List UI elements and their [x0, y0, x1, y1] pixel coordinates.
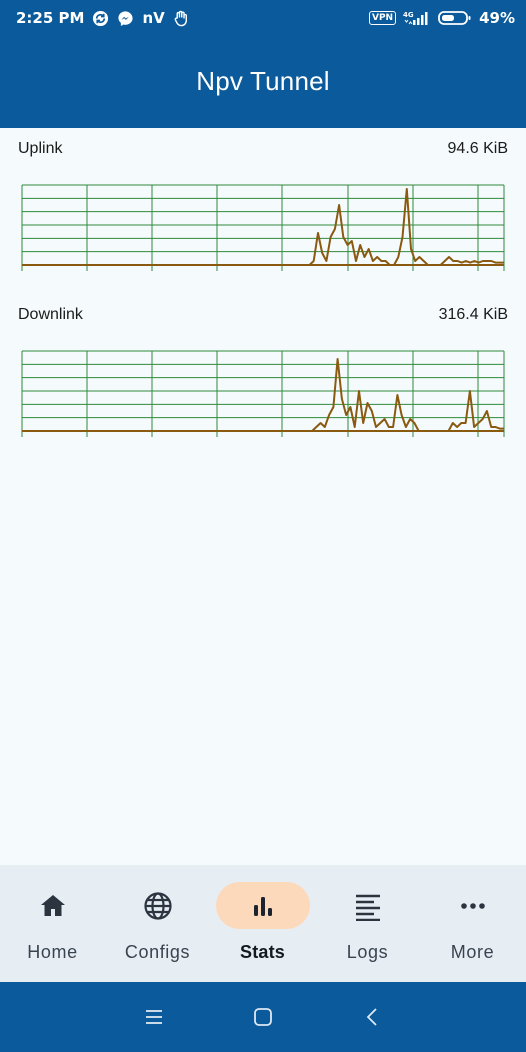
system-menu-button[interactable] — [124, 982, 184, 1052]
nav-item-more[interactable]: More — [420, 865, 525, 982]
vpn-badge: VPN — [369, 11, 397, 25]
system-back-button[interactable] — [343, 982, 403, 1052]
status-nv-badge: nV — [142, 9, 165, 27]
nav-label-configs: Configs — [124, 942, 191, 962]
list-icon — [353, 891, 383, 921]
signal-icon: 4G — [403, 10, 431, 26]
nav-label-home: Home — [27, 942, 78, 962]
messenger-icon — [117, 10, 134, 27]
svg-text:4G: 4G — [403, 11, 414, 19]
bottom-navigation: Home Configs Stats Logs More — [0, 865, 526, 982]
nav-item-logs[interactable]: Logs — [315, 865, 420, 982]
home-icon — [38, 891, 68, 921]
traffic-trace — [22, 358, 504, 432]
nav-item-home[interactable]: Home — [0, 865, 105, 982]
nav-label-more: More — [450, 942, 495, 962]
battery-percent: 49% — [479, 9, 515, 27]
menu-icon — [124, 1007, 184, 1027]
system-navigation-bar — [0, 982, 526, 1052]
home-square-icon — [233, 1007, 293, 1027]
app-title: Npv Tunnel — [196, 65, 330, 96]
downlink-graph-section: Downlink 316.4 KiB — [0, 306, 526, 446]
hand-icon — [173, 10, 189, 27]
globe-icon — [143, 891, 173, 921]
nav-label-logs: Logs — [346, 942, 389, 962]
uplink-chart — [21, 184, 505, 271]
sync-icon — [92, 10, 109, 27]
more-horizontal-icon — [458, 891, 488, 921]
uplink-graph-section: Uplink 94.6 KiB — [0, 140, 526, 280]
back-icon — [343, 1007, 403, 1027]
traffic-trace — [22, 188, 504, 266]
nav-item-stats[interactable]: Stats — [210, 865, 315, 982]
nav-item-configs[interactable]: Configs — [105, 865, 210, 982]
system-home-button[interactable] — [233, 982, 293, 1052]
battery-icon — [438, 10, 472, 26]
nav-label-stats: Stats — [239, 942, 285, 962]
bar-chart-icon — [248, 891, 278, 921]
status-bar: 2:25 PM nV VPN 4G 49% — [0, 0, 526, 36]
app-bar: Npv Tunnel — [0, 36, 526, 128]
downlink-chart — [21, 350, 505, 437]
status-time: 2:25 PM — [16, 9, 85, 27]
